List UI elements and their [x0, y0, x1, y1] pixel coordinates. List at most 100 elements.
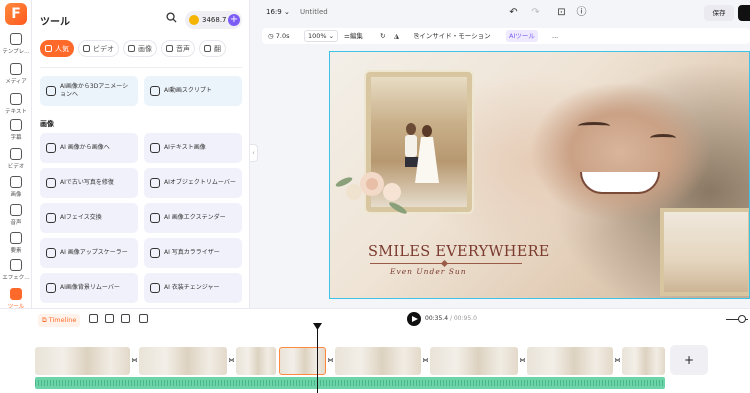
timeline-clip[interactable]	[335, 347, 421, 375]
zoom-slider-knob[interactable]	[738, 315, 746, 323]
photo-detail	[580, 172, 660, 194]
tab-audio[interactable]: 音声	[161, 40, 195, 57]
tool-card-object-remover[interactable]: AIオブジェクトリムーバー	[144, 168, 242, 198]
rotate-icon[interactable]: ↻	[380, 28, 385, 44]
timeline-clip[interactable]	[35, 347, 130, 375]
face-swap-icon	[46, 213, 56, 223]
rail-item-label: メディア	[5, 79, 27, 85]
zoom-select[interactable]: 100% ⌄	[304, 30, 339, 42]
canvas-stage[interactable]: SMILES EVERYWHERE Even Under Sun	[329, 51, 750, 299]
timeline-panel: ⧉ Timeline 00:35.4 / 00:95.0 ⋈ ⋈ ⋈ ⋈ ⋈ ⋈…	[0, 308, 750, 393]
tab-popular[interactable]: 人気	[40, 40, 74, 57]
audio-icon	[10, 204, 22, 216]
rail-item-tools[interactable]: ツール	[0, 288, 32, 310]
screen-capture-icon[interactable]: ⊡	[556, 7, 567, 18]
tool-card-image-to-image[interactable]: AI 画像から画像へ	[40, 133, 138, 163]
text-icon	[10, 93, 22, 105]
rail-item-media[interactable]: メディア	[0, 63, 32, 85]
tool-card-upscaler[interactable]: AI 画像アップスケーラー	[40, 238, 138, 268]
rail-item-image[interactable]: 画像	[0, 176, 32, 198]
rail-item-effects[interactable]: エフェク…	[0, 259, 32, 281]
transition-icon[interactable]: ⋈	[519, 357, 526, 364]
audio-track[interactable]	[35, 377, 665, 389]
tool-label: AIテキスト画像	[164, 144, 206, 151]
duration-control[interactable]: ◷ 7.0s	[268, 28, 289, 44]
aspect-ratio-select[interactable]: 16:9 ⌄	[266, 8, 290, 16]
timeline-clip[interactable]	[236, 347, 276, 375]
add-track-icon[interactable]	[89, 314, 98, 323]
timeline-clip[interactable]	[430, 347, 518, 375]
tool-card-colorizer[interactable]: AI 写真カラライザー	[144, 238, 242, 268]
rail-item-label: ビデオ	[7, 164, 25, 170]
tab-label: 音声	[176, 45, 190, 53]
save-button[interactable]: 保存	[704, 5, 734, 21]
rail-item-templates[interactable]: テンプレ…	[0, 33, 32, 55]
app-logo[interactable]: F	[5, 3, 27, 25]
duplicate-icon[interactable]	[121, 314, 130, 323]
colorize-icon	[150, 248, 160, 258]
help-icon[interactable]: ⓘ	[576, 7, 587, 18]
motion-label: インサイド・モーション	[419, 32, 491, 40]
add-clip-button[interactable]: +	[670, 345, 708, 375]
timeline-clip[interactable]	[622, 347, 665, 375]
transition-icon[interactable]: ⋈	[228, 357, 235, 364]
left-rail: F テンプレ… メディア テキスト 字幕 ビデオ 画像 音声 要素 エフェク… …	[0, 0, 32, 310]
edit-button[interactable]: ⚌編集	[344, 28, 363, 44]
tool-label: AI 画像アップスケーラー	[60, 249, 128, 256]
transition-icon[interactable]: ⋈	[422, 357, 429, 364]
photo-frame-right[interactable]	[660, 208, 749, 296]
tool-card-photo-restore[interactable]: AIで古い写真を修復	[40, 168, 138, 198]
timeline-label: Timeline	[48, 316, 77, 324]
rail-item-label: 画像	[10, 192, 22, 198]
redo-icon[interactable]: ↷	[530, 7, 541, 18]
rail-item-text[interactable]: テキスト	[0, 93, 32, 115]
rail-item-elements[interactable]: 要素	[0, 232, 32, 254]
timeline-toggle[interactable]: ⧉ Timeline	[38, 314, 81, 327]
tab-video[interactable]: ビデオ	[78, 40, 119, 57]
document-title[interactable]: Untitled	[300, 8, 328, 16]
rail-item-label: 音声	[10, 220, 22, 226]
more-options-button[interactable]: ...	[552, 28, 558, 44]
tool-card-image-extender[interactable]: AI 画像エクステンダー	[144, 203, 242, 233]
tool-card-outfit-changer[interactable]: AI 衣装チェンジャー	[144, 273, 242, 303]
play-button[interactable]	[407, 312, 421, 326]
tool-card-video-script[interactable]: AI動画スクリプト	[144, 76, 242, 106]
subtitle-icon	[10, 119, 22, 131]
tool-card-face-swap[interactable]: AIフェイス交換	[40, 203, 138, 233]
chevron-down-icon: ⌄	[283, 8, 290, 16]
export-button[interactable]	[738, 5, 750, 21]
split-icon[interactable]	[105, 314, 114, 323]
ai-tools-button[interactable]: AIツール	[506, 30, 538, 42]
tool-card-text-to-image[interactable]: AIテキスト画像	[144, 133, 242, 163]
transition-icon[interactable]: ⋈	[327, 357, 334, 364]
music-icon	[166, 45, 173, 52]
rail-item-subtitle[interactable]: 字幕	[0, 119, 32, 141]
stage-title-text[interactable]: SMILES EVERYWHERE	[368, 244, 550, 260]
timeline-clip[interactable]	[527, 347, 613, 375]
undo-icon[interactable]: ↶	[508, 7, 519, 18]
credits-badge[interactable]: 3468.7 +	[185, 11, 242, 29]
flip-icon[interactable]: ◮	[394, 28, 399, 44]
search-icon[interactable]	[166, 12, 177, 23]
motion-button[interactable]: ⎘インサイド・モーション	[414, 28, 491, 44]
timeline-clip-selected[interactable]	[279, 347, 326, 375]
tab-translate[interactable]: 翻	[199, 40, 226, 57]
delete-icon[interactable]	[139, 314, 148, 323]
transition-icon[interactable]: ⋈	[131, 357, 138, 364]
effects-icon	[10, 259, 22, 271]
outfit-icon	[150, 283, 160, 293]
upscale-icon	[46, 248, 56, 258]
add-credits-button[interactable]: +	[228, 14, 240, 26]
tab-image[interactable]: 画像	[123, 40, 157, 57]
rail-item-video[interactable]: ビデオ	[0, 148, 32, 170]
rail-item-audio[interactable]: 音声	[0, 204, 32, 226]
collapse-panel-handle[interactable]: ‹	[250, 144, 258, 162]
panel-tabs: 人気 ビデオ 画像 音声 翻	[40, 40, 230, 58]
playhead[interactable]	[317, 326, 318, 393]
tool-card-image-to-3d[interactable]: AI画像から3Dアニメーションへ	[40, 76, 138, 106]
timeline-clip[interactable]	[139, 347, 227, 375]
stage-subtitle-text[interactable]: Even Under Sun	[390, 267, 467, 276]
tool-card-bg-remover[interactable]: AI画像背景リムーバー	[40, 273, 138, 303]
transition-icon[interactable]: ⋈	[614, 357, 621, 364]
extend-icon	[150, 213, 160, 223]
